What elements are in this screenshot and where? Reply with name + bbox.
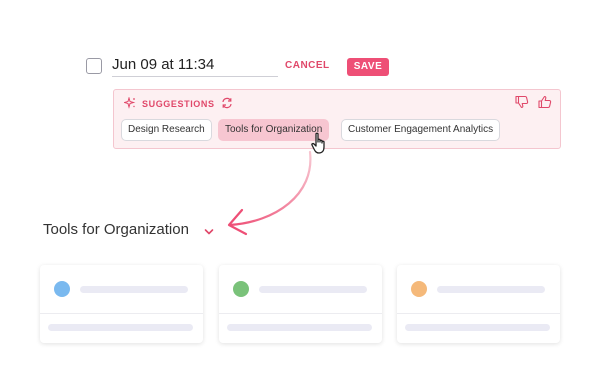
avatar (54, 281, 70, 297)
suggestion-chip-design-research[interactable]: Design Research (121, 119, 212, 141)
section-title: Tools for Organization (43, 221, 189, 238)
thumbs-up-icon[interactable] (538, 95, 552, 114)
suggestion-chip-customer-engagement-analytics[interactable]: Customer Engagement Analytics (341, 119, 501, 141)
placeholder-line (259, 286, 367, 293)
arrow-icon (227, 150, 312, 236)
placeholder-card[interactable] (397, 265, 560, 343)
task-checkbox[interactable] (86, 58, 102, 74)
placeholder-card[interactable] (40, 265, 203, 343)
placeholder-line (227, 324, 372, 331)
suggestions-label: SUGGESTIONS (142, 99, 215, 109)
save-button[interactable]: SAVE (347, 58, 389, 76)
avatar (411, 281, 427, 297)
refresh-icon[interactable] (221, 97, 233, 111)
placeholder-line (80, 286, 188, 293)
placeholder-card[interactable] (219, 265, 382, 343)
placeholder-line (437, 286, 545, 293)
sparkle-icon (122, 96, 136, 111)
divider (397, 313, 560, 314)
suggestions-header: SUGGESTIONS (122, 96, 233, 111)
task-title-input[interactable]: Jun 09 at 11:34 (112, 54, 278, 77)
chevron-down-icon[interactable] (204, 224, 214, 242)
thumbs-down-icon[interactable] (515, 95, 529, 114)
placeholder-line (48, 324, 193, 331)
divider (40, 313, 203, 314)
placeholder-line (405, 324, 550, 331)
divider (219, 313, 382, 314)
avatar (233, 281, 249, 297)
cancel-button[interactable]: CANCEL (285, 60, 330, 71)
